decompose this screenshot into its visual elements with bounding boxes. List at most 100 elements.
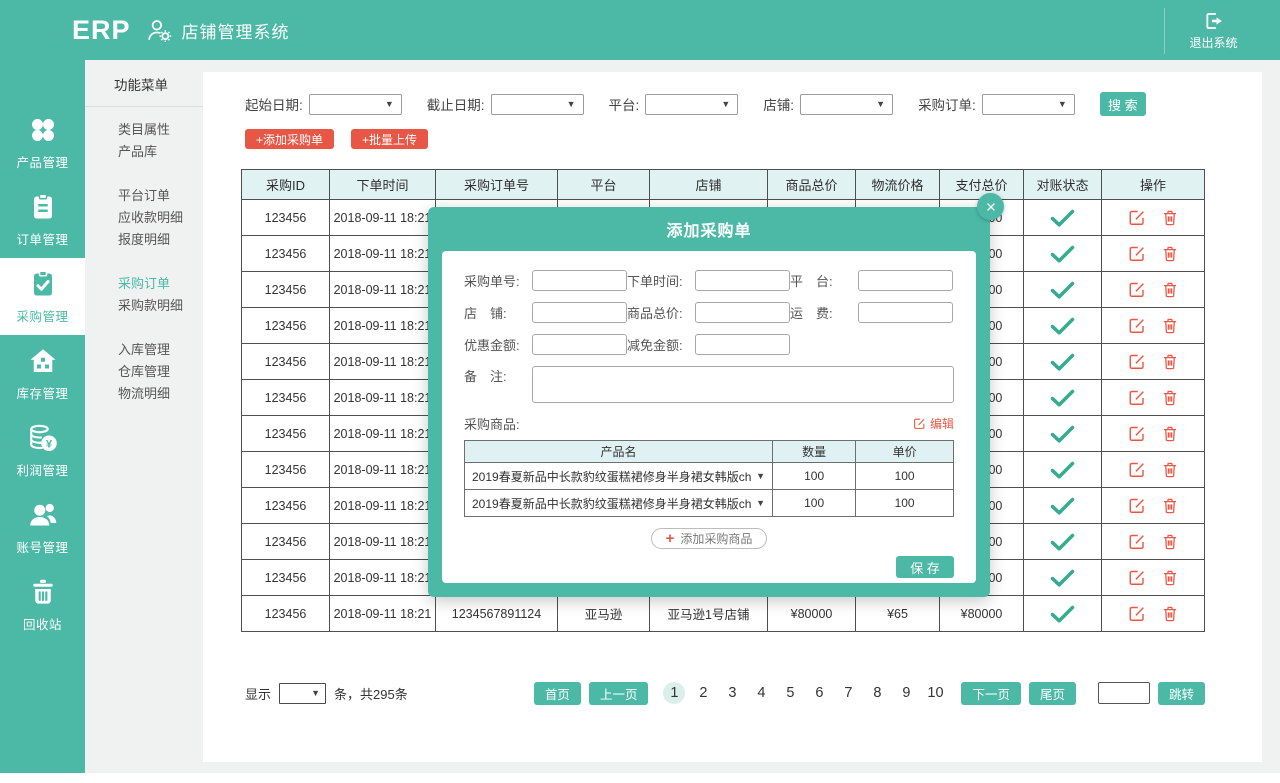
delete-button[interactable]: [1161, 352, 1179, 371]
platform-select[interactable]: ▼: [645, 94, 738, 115]
search-button[interactable]: 搜 索: [1100, 92, 1146, 116]
delete-button[interactable]: [1161, 532, 1179, 551]
menu-item[interactable]: 报度明细: [85, 229, 203, 251]
edit-button[interactable]: [1128, 352, 1146, 371]
page-size-select[interactable]: ▼: [279, 683, 326, 704]
modal-close-button[interactable]: [977, 193, 1004, 220]
edit-button[interactable]: [1128, 208, 1146, 227]
submenu-groups: 类目属性产品库平台订单应收款明细报度明细采购订单采购款明细入库管理仓库管理物流明…: [85, 119, 203, 405]
bulk-upload-button[interactable]: +批量上传: [351, 129, 428, 149]
edit-button[interactable]: [1128, 424, 1146, 443]
purchase-order-select[interactable]: ▼: [982, 94, 1075, 115]
sidebar-item-warehouse-home[interactable]: 库存管理: [0, 335, 85, 412]
page-number[interactable]: 7: [837, 682, 859, 704]
prev-page-button[interactable]: 上一页: [589, 682, 649, 705]
platform-input[interactable]: [858, 270, 953, 291]
page-number[interactable]: 8: [866, 682, 888, 704]
delete-button[interactable]: [1161, 316, 1179, 335]
delete-button[interactable]: [1161, 496, 1179, 515]
edit-button[interactable]: [1128, 532, 1146, 551]
delete-button[interactable]: [1161, 244, 1179, 263]
edit-button[interactable]: [1128, 568, 1146, 587]
discount-amount-input[interactable]: [532, 334, 627, 355]
jump-page-input[interactable]: [1098, 682, 1150, 704]
page-number[interactable]: 4: [750, 682, 772, 704]
end-date-select[interactable]: ▼: [491, 94, 584, 115]
save-button[interactable]: 保 存: [896, 556, 954, 578]
sidebar-item-account-users[interactable]: 账号管理: [0, 489, 85, 566]
edit-button[interactable]: [1128, 280, 1146, 299]
remark-textarea[interactable]: [532, 366, 954, 403]
edit-button[interactable]: [1128, 388, 1146, 407]
menu-item[interactable]: 物流明细: [85, 383, 203, 405]
trash-icon: [1161, 532, 1179, 551]
delete-button[interactable]: [1161, 388, 1179, 407]
page-number[interactable]: 2: [692, 682, 714, 704]
delete-button[interactable]: [1161, 604, 1179, 623]
sidebar-item-clipboard-lines[interactable]: 订单管理: [0, 181, 85, 258]
menu-item[interactable]: 采购订单: [85, 273, 203, 295]
sidebar-item-grid[interactable]: 产品管理: [0, 104, 85, 181]
delete-button[interactable]: [1161, 568, 1179, 587]
page-number[interactable]: 1: [663, 682, 685, 704]
check-icon: [1050, 569, 1075, 587]
edit-button[interactable]: [1128, 316, 1146, 335]
logout-label: 退出系统: [1189, 34, 1237, 51]
edit-button[interactable]: [1128, 460, 1146, 479]
delete-button[interactable]: [1161, 208, 1179, 227]
cell-platform: 亚马逊: [558, 596, 650, 632]
page-number[interactable]: 5: [779, 682, 801, 704]
goods-total-input[interactable]: [695, 302, 790, 323]
menu-item[interactable]: 采购款明细: [85, 295, 203, 317]
menu-item[interactable]: 平台订单: [85, 185, 203, 207]
page-number[interactable]: 6: [808, 682, 830, 704]
delete-button[interactable]: [1161, 424, 1179, 443]
last-page-button[interactable]: 尾页: [1029, 682, 1076, 705]
edit-button[interactable]: [1128, 496, 1146, 515]
delete-button[interactable]: [1161, 460, 1179, 479]
cell-status: [1024, 380, 1102, 416]
next-page-button[interactable]: 下一页: [961, 682, 1021, 705]
edit-button[interactable]: [1128, 604, 1146, 623]
reconciled-badge: [1050, 317, 1075, 335]
shop-input[interactable]: [532, 302, 627, 323]
field-label: 店 铺:: [464, 303, 524, 322]
jump-button[interactable]: 跳转: [1158, 682, 1205, 705]
menu-item[interactable]: 产品库: [85, 141, 203, 163]
start-date-select[interactable]: ▼: [309, 94, 402, 115]
deduction-amount-input[interactable]: [695, 334, 790, 355]
shipping-fee-input[interactable]: [858, 302, 953, 323]
menu-item[interactable]: 应收款明细: [85, 207, 203, 229]
product-name-select[interactable]: 2019春夏新品中长款豹纹蛋糕裙修身半身裙女韩版chic高腰显瘦.....▼: [465, 468, 772, 485]
sidebar-item-recycle-trash[interactable]: 回收站: [0, 566, 85, 643]
page-number[interactable]: 3: [721, 682, 743, 704]
modal-fields: 采购单号:下单时间:平 台:店 铺:商品总价:运 费:优惠金额:减免金额:: [464, 270, 954, 355]
filter-purchase-order: 采购订单:▼: [918, 94, 1075, 115]
sidebar-item-clipboard-check[interactable]: 采购管理: [0, 258, 85, 335]
add-purchase-order-button[interactable]: +添加采购单: [245, 129, 334, 149]
pager: 首页 上一页 123456789 10 下一页 尾页 跳转: [534, 682, 1205, 705]
shop-select[interactable]: ▼: [800, 94, 893, 115]
page-number[interactable]: 10: [924, 682, 946, 704]
row-actions: [1128, 460, 1179, 479]
po-number-input[interactable]: [532, 270, 627, 291]
menu-item[interactable]: 入库管理: [85, 339, 203, 361]
filter-bar: 起始日期:▼截止日期:▼平台:▼店铺:▼采购订单:▼ 搜 索: [245, 92, 1146, 116]
chevron-down-icon: ▼: [876, 100, 885, 109]
reconciled-badge: [1050, 353, 1075, 371]
add-product-button[interactable]: 添加采购商品: [651, 528, 768, 549]
menu-item[interactable]: 仓库管理: [85, 361, 203, 383]
logout-button[interactable]: 退出系统: [1164, 8, 1262, 54]
edit-products-link[interactable]: 编辑: [913, 415, 954, 432]
menu-item[interactable]: 类目属性: [85, 119, 203, 141]
cell-order-time: 2018-09-11 18:21: [330, 452, 436, 488]
row-actions: [1128, 532, 1179, 551]
first-page-button[interactable]: 首页: [534, 682, 581, 705]
page-number[interactable]: 9: [895, 682, 917, 704]
order-time-input[interactable]: [695, 270, 790, 291]
edit-button[interactable]: [1128, 244, 1146, 263]
sidebar-item-profit-coins[interactable]: ¥利润管理: [0, 412, 85, 489]
delete-button[interactable]: [1161, 280, 1179, 299]
product-name-select[interactable]: 2019春夏新品中长款豹纹蛋糕裙修身半身裙女韩版chic高腰显瘦.....▼: [465, 495, 772, 512]
product-row: 2019春夏新品中长款豹纹蛋糕裙修身半身裙女韩版chic高腰显瘦.....▼10…: [465, 463, 954, 490]
